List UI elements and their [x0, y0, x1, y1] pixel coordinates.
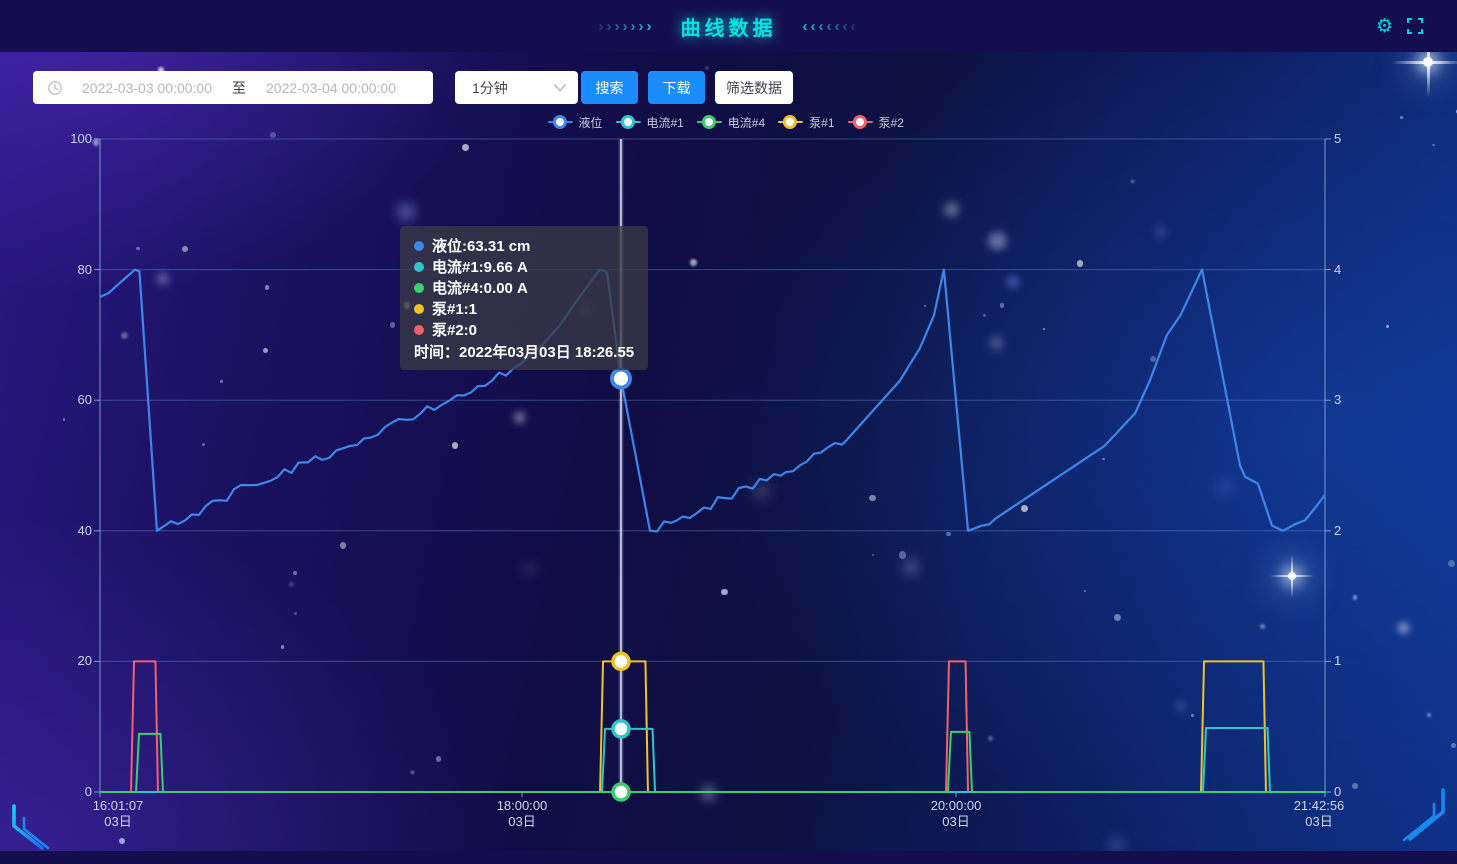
legend-item-pump-2[interactable]: 泵#2: [848, 114, 904, 130]
chart-tooltip: 液位:63.31 cm 电流#1:9.66 A 电流#4:0.00 A 泵#1:…: [400, 226, 648, 370]
legend-label: 泵#1: [809, 114, 834, 131]
legend-line-icon: [778, 121, 803, 123]
page-title: 曲线数据: [681, 12, 777, 41]
legend-item-current-1[interactable]: 电流#1: [615, 114, 683, 130]
interval-select-value: 1分钟: [472, 78, 508, 98]
series-dot-icon: [414, 262, 424, 272]
header-bar: ››››››› 曲线数据 ‹‹‹‹‹‹‹: [0, 0, 1457, 52]
chart-legend: 液位 电流#1 电流#4 泵#1 泵#2: [547, 114, 903, 130]
crosshair-marker: [613, 653, 629, 669]
series-dot-icon: [414, 283, 424, 293]
legend-label: 泵#2: [879, 114, 904, 131]
series-dot-icon: [414, 241, 424, 251]
legend-line-icon: [697, 121, 722, 123]
series-line-电流#1: [100, 728, 1325, 792]
footer-bar: [0, 851, 1457, 864]
filter-data-button[interactable]: 筛选数据: [715, 71, 793, 104]
series-dot-icon: [414, 304, 424, 314]
date-range-picker[interactable]: 2022-03-03 00:00:00 至 2022-03-04 00:00:0…: [33, 71, 433, 104]
chevron-down-icon: [554, 84, 566, 92]
legend-label: 电流#4: [728, 114, 765, 131]
settings-gear-icon[interactable]: ⚙: [1376, 17, 1393, 36]
legend-line-icon: [848, 121, 873, 123]
date-separator: 至: [221, 78, 257, 98]
legend-line-icon: [547, 121, 572, 123]
crosshair-marker: [613, 721, 629, 737]
tooltip-row: 泵#1:1: [414, 298, 634, 319]
series-dot-icon: [414, 325, 424, 335]
legend-label: 液位: [578, 114, 602, 131]
interval-select[interactable]: 1分钟: [455, 71, 578, 104]
date-start-value[interactable]: 2022-03-03 00:00:00: [73, 80, 221, 96]
legend-item-pump-1[interactable]: 泵#1: [778, 114, 834, 130]
series-line-电流#4: [100, 732, 1325, 792]
date-end-value[interactable]: 2022-03-04 00:00:00: [257, 80, 405, 96]
header-arrows-right: ‹‹‹‹‹‹‹: [803, 18, 859, 35]
legend-line-icon: [615, 121, 640, 123]
legend-item-liquid-level[interactable]: 液位: [547, 114, 602, 130]
clock-icon: [47, 80, 63, 96]
tooltip-row: 液位:63.31 cm: [414, 235, 634, 256]
series-line-泵#1: [100, 661, 1325, 792]
legend-item-current-4[interactable]: 电流#4: [697, 114, 765, 130]
legend-label: 电流#1: [646, 114, 683, 131]
header-arrows-left: ›››››››: [599, 18, 655, 35]
fullscreen-icon[interactable]: [1407, 18, 1423, 34]
tooltip-row: 电流#1:9.66 A: [414, 256, 634, 277]
crosshair-marker: [613, 784, 629, 800]
series-line-泵#2: [100, 661, 1325, 792]
search-button[interactable]: 搜索: [581, 71, 638, 104]
tooltip-row: 电流#4:0.00 A: [414, 277, 634, 298]
tooltip-time: 时间：2022年03月03日 18:26.55: [414, 340, 634, 362]
crosshair-marker: [612, 370, 630, 388]
download-button[interactable]: 下载: [648, 71, 705, 104]
tooltip-row: 泵#2:0: [414, 319, 634, 340]
